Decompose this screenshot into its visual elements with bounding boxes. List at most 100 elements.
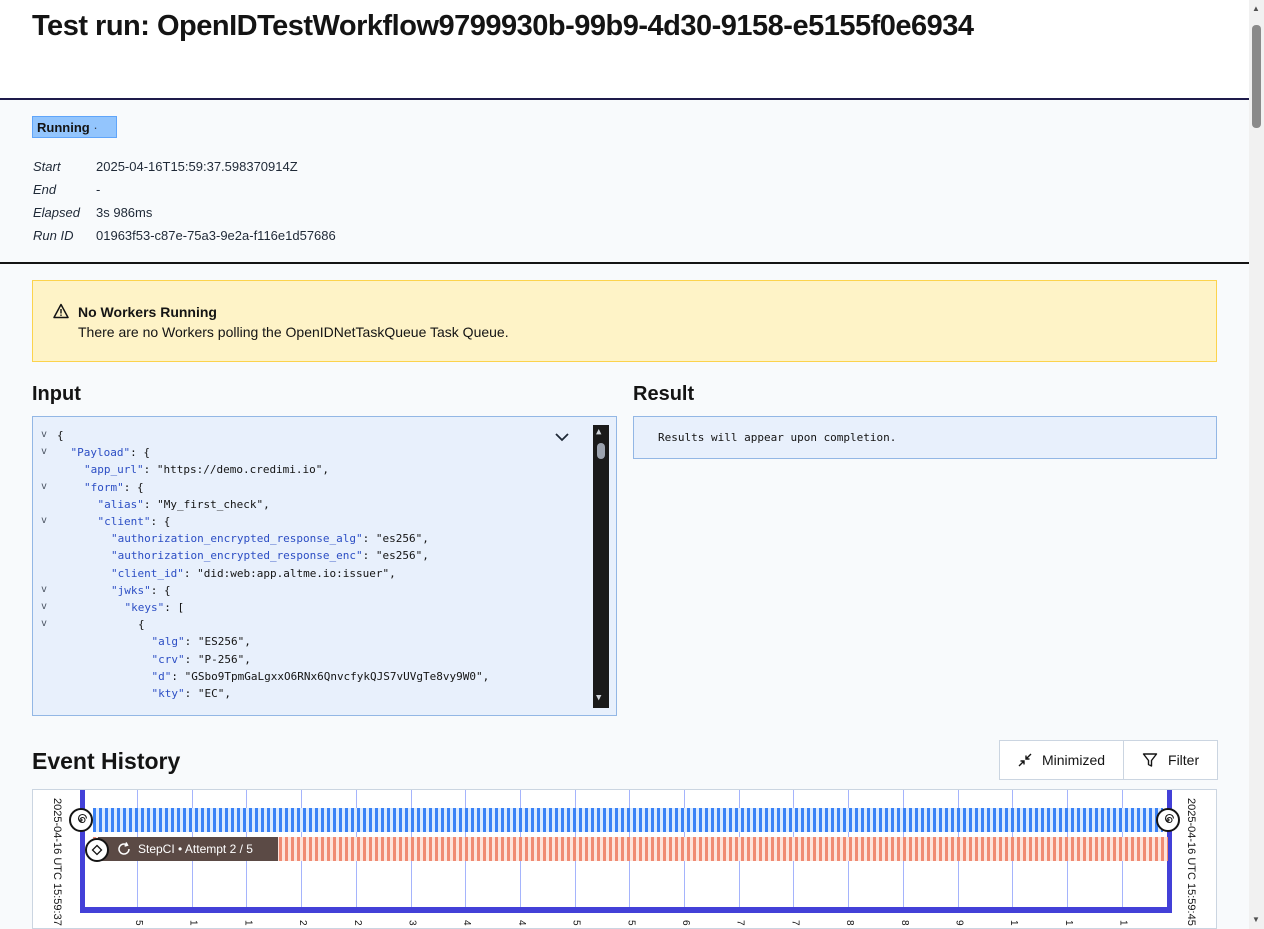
input-heading: Input (32, 383, 81, 405)
timeline-tick-label: 5 (133, 920, 144, 926)
elapsed-value: 3s 986ms (96, 205, 153, 220)
result-placeholder: Results will appear upon completion. (658, 431, 897, 444)
json-key: "kty" (151, 687, 185, 700)
scroll-down-icon[interactable]: ▼ (596, 693, 601, 703)
elapsed-label: Elapsed (33, 205, 80, 220)
page-scrollbar[interactable]: ▲ ▼ (1249, 0, 1264, 929)
timeline-tick-label: 1 (1008, 920, 1020, 926)
code-text: "client": { (98, 515, 171, 528)
timeline-tick-label: 9 (953, 920, 965, 926)
code-text: "alg": "ES256", (152, 635, 251, 648)
activity-start-handle[interactable] (85, 838, 109, 862)
code-text: "authorization_encrypted_response_alg": … (111, 532, 429, 545)
json-value: : "GSbo9TpmGaLgxxO6RNx6QnvcfykQJS7vUVgTe… (171, 669, 490, 683)
fold-toggle-icon[interactable]: v (41, 584, 47, 595)
fold-toggle-icon[interactable]: v (41, 515, 47, 526)
start-label: Start (33, 159, 61, 174)
no-workers-alert: No Workers Running There are no Workers … (32, 280, 1217, 362)
timeline-tick-label: 1 (242, 920, 254, 926)
page-scroll-up-icon[interactable]: ▲ (1252, 4, 1260, 13)
filter-label: Filter (1168, 752, 1200, 768)
code-text: "crv": "P-256", (152, 653, 251, 666)
json-key: "client" (97, 515, 151, 528)
json-key: "authorization_encrypted_response_enc" (111, 549, 363, 563)
timeline-tick-label: 7 (734, 920, 746, 926)
chevron-down-icon[interactable] (554, 431, 570, 443)
page-title: Test run: OpenIDTestWorkflow9799930b-99b… (32, 10, 974, 42)
status-text: Running (37, 120, 90, 135)
json-value: : "ES256", (184, 635, 251, 649)
timeline-end-time: 2025-04-16 UTC 15:59:45 (1185, 798, 1197, 926)
runid-row: Run ID 01963f53-c87e-75a3-9e2a-f116e1d57… (33, 228, 336, 243)
page-scroll-thumb[interactable] (1252, 25, 1261, 128)
json-value: : { (130, 446, 150, 460)
json-key: "d" (151, 669, 172, 683)
end-value: - (96, 182, 101, 197)
timeline-tick-label: 1 (1062, 920, 1074, 926)
json-value: : "es256", (362, 549, 429, 563)
timeline-tick-label: 2 (297, 920, 309, 926)
runid-label: Run ID (33, 228, 74, 243)
code-text: "keys": [ (125, 601, 185, 614)
timeline-tick-label: 4 (461, 920, 473, 926)
workflow-end-handle[interactable] (1156, 808, 1180, 832)
fold-toggle-icon[interactable]: v (41, 446, 47, 457)
json-value: : "My_first_check", (143, 497, 270, 511)
input-code-viewer[interactable]: v{v "Payload": {"app_url": "https://demo.… (32, 416, 617, 716)
event-view-controls: Minimized Filter (999, 740, 1219, 780)
json-value: : [ (164, 601, 185, 614)
warning-icon (53, 303, 69, 319)
alert-title: No Workers Running (78, 304, 217, 320)
timeline-tick-label: 8 (844, 920, 856, 926)
end-row: End - (33, 182, 100, 197)
timeline-tick-label: 1 (187, 920, 199, 926)
code-text: "client_id": "did:web:app.altme.io:issue… (111, 567, 396, 580)
timeline-tick-label: 8 (898, 920, 910, 926)
code-text: "kty": "EC", (152, 687, 231, 700)
scroll-up-icon[interactable]: ▲ (596, 427, 601, 437)
minimized-button[interactable]: Minimized (1000, 741, 1123, 779)
spiral-icon (77, 813, 88, 824)
minimize-arrows-icon (1018, 753, 1032, 767)
workflow-start-handle[interactable] (69, 808, 93, 832)
result-viewer: Results will appear upon completion. (633, 416, 1217, 459)
timeline-start-time: 2025-04-16 UTC 15:59:37 (51, 798, 63, 926)
page-header: Test run: OpenIDTestWorkflow9799930b-99b… (0, 0, 1249, 100)
timeline-tick-label: 6 (680, 920, 691, 926)
code-scroll-thumb[interactable] (597, 443, 605, 459)
json-key: "alg" (151, 635, 185, 649)
fold-toggle-icon[interactable]: v (41, 601, 47, 612)
workflow-bar[interactable] (93, 808, 1163, 832)
spiral-icon (1164, 813, 1175, 824)
fold-toggle-icon[interactable]: v (41, 481, 47, 492)
json-key: "form" (84, 480, 124, 494)
timeline-tick-label: 7 (789, 920, 801, 926)
code-scrollbar[interactable]: ▲ ▼ (593, 425, 609, 708)
json-key: "crv" (151, 652, 185, 666)
code-text: { (138, 618, 145, 631)
status-dot: · (93, 120, 98, 135)
code-text: "authorization_encrypted_response_enc": … (111, 549, 429, 562)
event-history-heading: Event History (32, 748, 181, 774)
fold-toggle-icon[interactable]: v (41, 429, 47, 440)
timeline-tick-label: 5 (625, 920, 637, 926)
result-heading: Result (633, 383, 695, 405)
activity-bar-label[interactable]: StepCI • Attempt 2 / 5 (98, 837, 278, 861)
json-value: : "es256", (362, 532, 429, 546)
start-row: Start 2025-04-16T15:59:37.598370914Z (33, 159, 298, 174)
run-summary: Running · Start 2025-04-16T15:59:37.5983… (0, 100, 1249, 264)
timeline-tick-label: 4 (515, 920, 527, 926)
end-label: End (33, 182, 57, 197)
code-text: { (57, 429, 64, 442)
timeline-tick-label: 1 (1117, 920, 1129, 926)
alert-message: There are no Workers polling the OpenIDN… (78, 324, 509, 340)
filter-button[interactable]: Filter (1123, 741, 1217, 779)
filter-icon (1142, 753, 1158, 767)
json-value: : "did:web:app.altme.io:issuer", (183, 566, 396, 580)
fold-toggle-icon[interactable]: v (41, 618, 47, 629)
status-badge: Running · (32, 116, 117, 138)
page-scroll-down-icon[interactable]: ▼ (1252, 915, 1260, 924)
event-timeline[interactable]: 2025-04-16 UTC 15:59:37 StepCI • Attempt… (32, 789, 1217, 929)
retry-icon (118, 842, 130, 855)
json-value: : "P-256", (184, 652, 251, 666)
